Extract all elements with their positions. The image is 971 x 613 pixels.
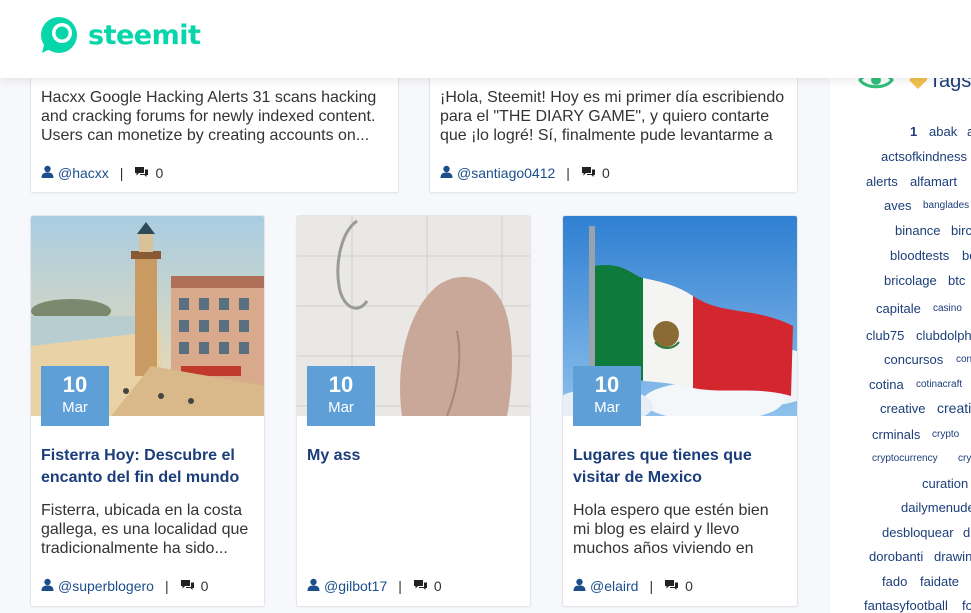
post-title[interactable]: My ass <box>307 445 520 467</box>
post-date-month: Mar <box>62 399 88 416</box>
divider: | <box>398 578 402 594</box>
tag-link[interactable]: binance <box>895 223 941 238</box>
top-header: steemit <box>0 0 971 78</box>
post-title[interactable]: Lugares que tienes que visitar de Mexico <box>573 445 787 489</box>
tag-link[interactable]: d <box>963 525 970 540</box>
user-icon <box>41 578 54 594</box>
tag-link[interactable]: creati <box>937 400 971 416</box>
comments-icon <box>180 578 195 594</box>
steemit-logo-icon <box>40 16 78 54</box>
tag-link[interactable]: bricolage <box>884 273 937 288</box>
post-date-badge: 10 Mar <box>307 366 375 426</box>
tag-link[interactable]: crminals <box>872 427 920 442</box>
post-meta: @elaird | 0 <box>573 578 693 594</box>
tag-link[interactable]: cryptocurrency <box>872 453 938 464</box>
tag-link[interactable]: drawin <box>934 549 971 564</box>
post-date-month: Mar <box>594 399 620 416</box>
comment-count: 0 <box>601 165 610 181</box>
post-card[interactable]: 10 Mar My ass @gilbot17 | 0 <box>296 215 531 607</box>
user-icon <box>440 165 453 181</box>
tag-link[interactable]: desbloquear <box>882 525 954 540</box>
user-icon <box>573 578 586 594</box>
tag-link[interactable]: birc <box>951 223 971 238</box>
comments-icon <box>581 165 596 181</box>
divider: | <box>119 165 124 181</box>
post-date-badge: 10 Mar <box>573 366 641 426</box>
brand-name: steemit <box>88 19 201 51</box>
comments-icon <box>413 578 428 594</box>
tag-link[interactable]: bo <box>962 248 971 263</box>
steemit-logo[interactable]: steemit <box>40 16 201 54</box>
post-date-day: 10 <box>328 372 354 397</box>
comments-icon <box>664 578 679 594</box>
tag-link[interactable]: 1 <box>910 124 917 139</box>
post-date-day: 10 <box>594 372 620 397</box>
comments-icon <box>134 165 149 181</box>
tag-link[interactable]: alfamart <box>910 174 957 189</box>
feed: Hacxx Google Hacking Alerts 31 scans hac… <box>0 0 830 613</box>
tag-link[interactable]: bloodtests <box>890 248 949 263</box>
post-author[interactable]: @gilbot17 <box>324 578 387 594</box>
comment-count: 0 <box>200 578 209 594</box>
post-meta: @hacxx | 0 <box>41 165 163 181</box>
tags-sidebar: Tags 1 abak a actsofkindness alerts alfa… <box>830 0 971 613</box>
tag-link[interactable]: cotina <box>869 377 904 392</box>
post-excerpt: ¡Hola, Steemit! Hoy es mi primer día esc… <box>440 89 785 144</box>
tag-link[interactable]: dorobanti <box>869 549 923 564</box>
tag-link[interactable]: a <box>967 124 971 139</box>
comment-count: 0 <box>155 165 164 181</box>
post-card[interactable]: 10 Mar Lugares que tienes que visitar de… <box>562 215 798 607</box>
tag-link[interactable]: club75 <box>866 328 904 343</box>
post-excerpt: Fisterra, ubicada en la costa gallega, e… <box>41 502 249 557</box>
post-meta: @superblogero | 0 <box>41 578 208 594</box>
tag-link[interactable]: cotinacraft <box>916 379 962 390</box>
tag-link[interactable]: clubdolph <box>916 328 971 343</box>
post-author[interactable]: @santiago0412 <box>457 165 555 181</box>
divider: | <box>566 165 570 181</box>
user-icon <box>41 165 54 181</box>
tag-link[interactable]: concursos <box>884 352 943 367</box>
divider: | <box>164 578 169 594</box>
divider: | <box>649 578 654 594</box>
post-card[interactable]: 10 Mar Fisterra Hoy: Descubre el encanto… <box>30 215 265 607</box>
post-date-month: Mar <box>328 399 354 416</box>
tag-link[interactable]: curation <box>922 476 968 491</box>
tag-link[interactable]: casino <box>933 303 962 314</box>
tag-link[interactable]: con <box>956 354 971 365</box>
tag-link[interactable]: crypto <box>932 429 959 440</box>
tag-link[interactable]: btc <box>948 273 965 288</box>
post-date-day: 10 <box>62 372 88 397</box>
tag-link[interactable]: capitale <box>876 301 921 316</box>
tag-link[interactable]: abak <box>929 124 957 139</box>
tag-link[interactable]: actsofkindness <box>881 149 967 164</box>
tag-link[interactable]: alerts <box>866 174 898 189</box>
post-title[interactable]: Fisterra Hoy: Descubre el encanto del fi… <box>41 445 254 489</box>
tag-link[interactable]: fado <box>882 574 907 589</box>
comment-count: 0 <box>433 578 442 594</box>
post-author[interactable]: @hacxx <box>58 165 109 181</box>
tag-link[interactable]: fo <box>962 598 971 613</box>
post-author[interactable]: @superblogero <box>58 578 154 594</box>
post-excerpt: Hacxx Google Hacking Alerts 31 scans hac… <box>41 89 377 144</box>
post-meta: @gilbot17 | 0 <box>307 578 442 594</box>
post-excerpt: Hola espero que estén bien mi blog es el… <box>573 502 769 557</box>
tag-link[interactable]: cry <box>958 453 971 464</box>
tag-link[interactable]: faidate <box>920 574 959 589</box>
tag-link[interactable]: fantasyfootball <box>864 598 948 613</box>
post-meta: @santiago0412 | 0 <box>440 165 610 181</box>
user-icon <box>307 578 320 594</box>
post-date-badge: 10 Mar <box>41 366 109 426</box>
tag-link[interactable]: dailymenude <box>901 500 971 515</box>
tag-link[interactable]: banglades <box>923 200 969 211</box>
post-author[interactable]: @elaird <box>590 578 638 594</box>
tag-link[interactable]: creative <box>880 401 926 416</box>
comment-count: 0 <box>685 578 693 594</box>
tag-link[interactable]: aves <box>884 198 911 213</box>
